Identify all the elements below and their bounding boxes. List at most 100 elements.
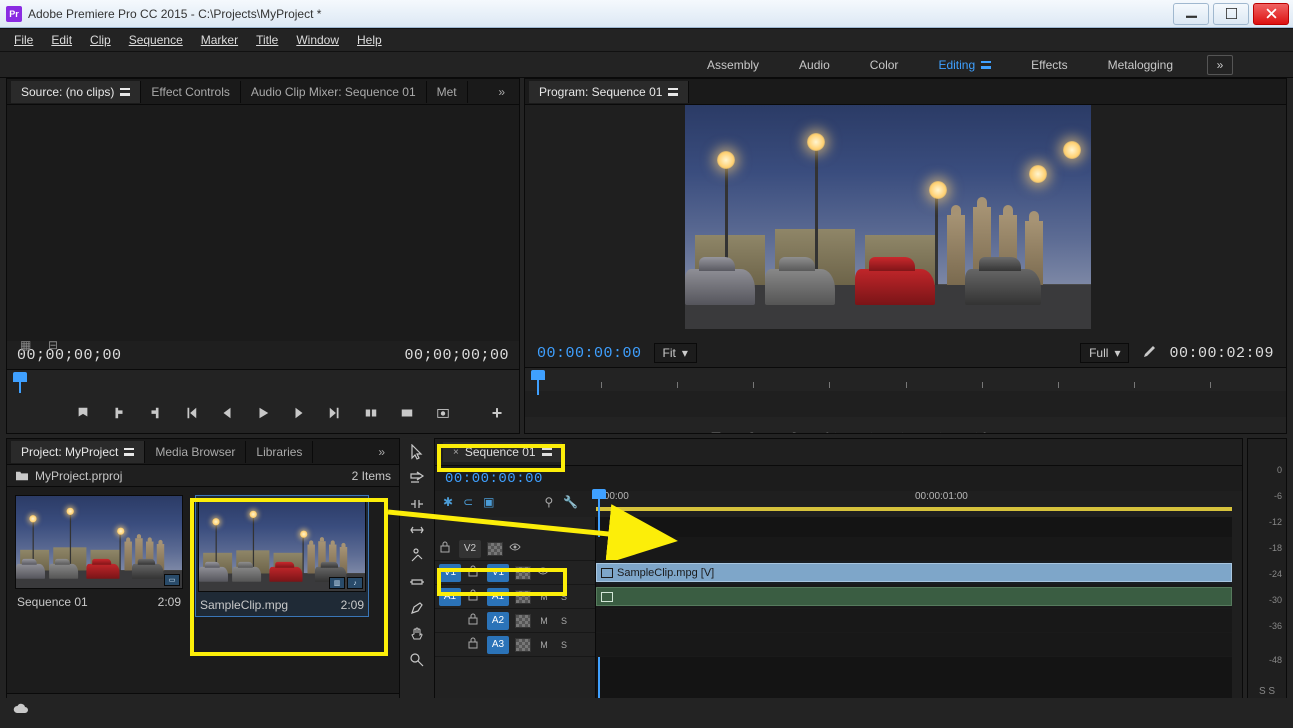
lock-icon[interactable] (439, 541, 453, 556)
track-lane-v1[interactable]: SampleClip.mpg [V] (596, 561, 1232, 585)
razor-tool[interactable] (407, 546, 427, 566)
mute-button[interactable]: M (537, 638, 551, 652)
media-browser-tab[interactable]: Media Browser (145, 441, 246, 463)
eye-icon[interactable] (509, 541, 521, 556)
insert-button[interactable] (360, 402, 382, 424)
solo-button[interactable]: S (557, 590, 571, 604)
add-marker-icon[interactable]: ▣ (483, 495, 494, 509)
hamburger-icon[interactable] (120, 88, 130, 96)
drag-video-icon[interactable]: ⊟ (48, 338, 62, 352)
menu-sequence[interactable]: Sequence (121, 30, 191, 50)
step-forward-button[interactable] (288, 402, 310, 424)
mark-out-button[interactable] (781, 427, 803, 434)
step-forward-button[interactable] (933, 427, 955, 434)
solo-button[interactable]: S (557, 638, 571, 652)
extract-button[interactable] (1047, 427, 1069, 434)
track-lane-a3[interactable] (596, 633, 1232, 657)
play-button[interactable] (252, 402, 274, 424)
timeline-tracks-area[interactable]: SampleClip.mpg [V] (595, 517, 1232, 721)
mark-in-button[interactable] (108, 402, 130, 424)
play-button[interactable] (895, 427, 917, 434)
resolution-select[interactable]: Full▾ (1080, 343, 1129, 363)
workspace-metalogging[interactable]: Metalogging (1102, 58, 1179, 72)
program-timecode-in[interactable]: 00:00:00:00 (537, 345, 642, 362)
rate-stretch-tool[interactable] (407, 520, 427, 540)
track-select-tool[interactable] (407, 468, 427, 488)
track-v1-target-label[interactable]: V1 (487, 564, 509, 582)
menu-marker[interactable]: Marker (193, 30, 246, 50)
timeline-settings-icon[interactable]: ⚲ (544, 495, 553, 509)
menu-window[interactable]: Window (288, 30, 347, 50)
menu-help[interactable]: Help (349, 30, 390, 50)
export-frame-button[interactable] (1085, 427, 1107, 434)
tabs-overflow-button[interactable]: » (488, 81, 515, 103)
workspace-editing[interactable]: Editing (932, 58, 997, 72)
close-button[interactable] (1253, 3, 1289, 25)
program-time-ruler[interactable]: /*ticks added below manually*/ (525, 367, 1286, 391)
menu-file[interactable]: File (6, 30, 41, 50)
track-a2-label[interactable]: A2 (487, 612, 509, 630)
zoom-tool[interactable] (407, 650, 427, 670)
project-item-sequence[interactable]: ▭ Sequence 012:09 (15, 495, 183, 611)
zoom-fit-select[interactable]: Fit▾ (654, 343, 697, 363)
add-marker-button[interactable] (72, 402, 94, 424)
track-a1-source-label[interactable]: A1 (439, 588, 461, 606)
step-back-button[interactable] (216, 402, 238, 424)
toggle-output-icon[interactable] (515, 614, 531, 628)
linked-selection-icon[interactable]: ⊂ (463, 495, 473, 509)
overwrite-button[interactable] (396, 402, 418, 424)
mute-button[interactable]: M (537, 590, 551, 604)
project-item-clip[interactable]: ▥♪ SampleClip.mpg2:09 (195, 495, 369, 617)
tabs-overflow-button[interactable]: » (368, 441, 395, 463)
hamburger-icon[interactable] (542, 448, 552, 456)
timeline-timecode[interactable]: 00:00:00:00 (445, 471, 543, 487)
workspace-assembly[interactable]: Assembly (701, 58, 765, 72)
export-frame-button[interactable] (432, 402, 454, 424)
maximize-button[interactable] (1213, 3, 1249, 25)
hand-tool[interactable] (407, 624, 427, 644)
button-editor-button[interactable]: + (1254, 426, 1276, 434)
timeline-clip-audio[interactable] (596, 587, 1232, 606)
lock-icon[interactable] (467, 637, 481, 652)
program-tab[interactable]: Program: Sequence 01 (529, 81, 689, 103)
solo-button[interactable]: S (557, 614, 571, 628)
lift-button[interactable] (1009, 427, 1031, 434)
hamburger-icon[interactable] (124, 448, 134, 456)
workspace-more-button[interactable]: » (1207, 55, 1233, 75)
track-a3-label[interactable]: A3 (487, 636, 509, 654)
track-lane-a2[interactable] (596, 609, 1232, 633)
solo-indicators[interactable]: S S (1259, 686, 1275, 697)
lock-icon[interactable] (467, 589, 481, 604)
toggle-output-icon[interactable] (515, 590, 531, 604)
ripple-edit-tool[interactable] (407, 494, 427, 514)
go-to-out-button[interactable] (971, 427, 993, 434)
go-to-out-button[interactable] (324, 402, 346, 424)
metadata-tab[interactable]: Met (427, 81, 468, 103)
track-a1-target-label[interactable]: A1 (487, 588, 509, 606)
audio-clip-mixer-tab[interactable]: Audio Clip Mixer: Sequence 01 (241, 81, 427, 103)
toggle-output-icon[interactable] (487, 542, 503, 556)
menu-title[interactable]: Title (248, 30, 286, 50)
lock-icon[interactable] (467, 613, 481, 628)
go-to-in-button[interactable] (819, 427, 841, 434)
selection-tool[interactable] (407, 442, 427, 462)
step-back-button[interactable] (857, 427, 879, 434)
pen-tool[interactable] (407, 598, 427, 618)
mark-out-button[interactable] (144, 402, 166, 424)
go-to-in-button[interactable] (180, 402, 202, 424)
project-items-grid[interactable]: ▭ Sequence 012:09 ▥♪ SampleClip.mpg2:09 (7, 487, 399, 693)
track-v2-label[interactable]: V2 (459, 540, 481, 558)
hamburger-icon[interactable] (668, 88, 678, 96)
timeline-clip-video[interactable]: SampleClip.mpg [V] (596, 563, 1232, 582)
button-editor-button[interactable]: + (485, 401, 509, 425)
timeline-tab[interactable]: × Sequence 01 (443, 442, 562, 462)
settings-icon[interactable] (1141, 344, 1157, 363)
mute-button[interactable]: M (537, 614, 551, 628)
source-tab[interactable]: Source: (no clips) (11, 81, 141, 103)
workspace-audio[interactable]: Audio (793, 58, 836, 72)
work-area-bar[interactable] (596, 507, 1232, 511)
overlay-settings-icon[interactable]: ▦ (20, 338, 34, 352)
toggle-output-icon[interactable] (515, 638, 531, 652)
menu-edit[interactable]: Edit (43, 30, 80, 50)
snap-icon[interactable]: ✱ (443, 495, 453, 509)
